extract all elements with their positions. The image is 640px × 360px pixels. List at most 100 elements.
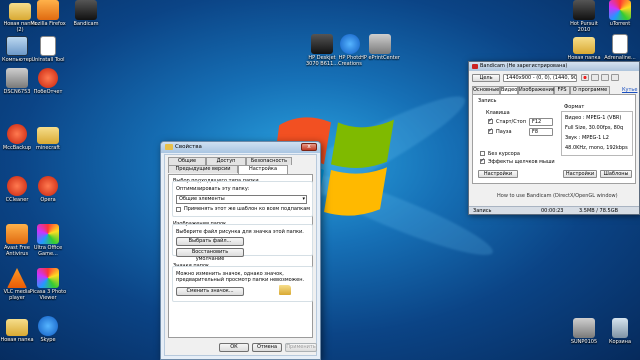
tab-video[interactable]: Видео <box>500 86 518 94</box>
dialog-title: Свойства <box>175 144 202 150</box>
video-settings-button[interactable]: Настройки <box>478 170 518 178</box>
folder-preview-icon <box>279 285 291 295</box>
pick-file-hint: Выберите файл рисунка для значка этой па… <box>176 229 304 235</box>
desktop-shortcut[interactable]: Hot Pursuit 2010 <box>564 0 604 33</box>
desktop-shortcut-label: Skype <box>40 337 56 343</box>
folder-button[interactable] <box>611 74 619 81</box>
pause-button[interactable] <box>591 74 599 81</box>
change-icon-button[interactable]: Сменить значок... <box>176 287 244 296</box>
tab-sharing[interactable]: Доступ <box>206 157 246 165</box>
skype-icon <box>38 316 58 336</box>
desktop-shortcut[interactable]: Adrenaline... <box>600 34 640 61</box>
dialog-tabs: Общие Доступ Безопасность Предыдущие вер… <box>168 157 313 175</box>
hide-cursor-checkbox[interactable] <box>480 151 485 156</box>
howto-link[interactable]: How to use Bandicam (DirectX/OpenGL wind… <box>497 193 618 199</box>
bandicam-tabs: Основные Видео Изображение FPS О програм… <box>472 86 637 94</box>
dialog-titlebar[interactable]: Свойства x <box>161 142 320 153</box>
desktop-shortcut[interactable]: HP ePrintCenter <box>360 34 400 61</box>
tab-general[interactable]: Общие <box>168 157 206 165</box>
record-button[interactable] <box>581 74 589 81</box>
desktop-shortcut-label: Uninstall Tool <box>31 57 65 63</box>
dscn-icon <box>6 68 28 88</box>
desktop-shortcut-label: uTorrent <box>609 21 631 27</box>
utorrent-icon <box>609 0 631 20</box>
properties-dialog: Свойства x Общие Доступ Безопасность Пре… <box>160 141 321 360</box>
pause-key-field[interactable]: F8 <box>529 128 553 136</box>
desktop-shortcut[interactable]: minecraft <box>28 124 68 151</box>
desktop-shortcut[interactable]: Bandicam <box>66 0 106 27</box>
status-bar: Запись 00:00:23 3.5MB / 78.5GB <box>469 206 639 214</box>
bandicam-window: Bandicam (Не зарегистрирована) Цель 1440… <box>468 61 640 215</box>
desktop-shortcut-label: ПобеОтчет <box>33 89 63 95</box>
folder-icon <box>165 144 173 150</box>
desktop-shortcut-label: Mozilla Firefox <box>30 21 66 27</box>
ok-button[interactable]: ОК <box>219 343 249 352</box>
hotkey-label: Клавиша <box>486 110 510 116</box>
avast-icon <box>6 224 28 244</box>
desktop-shortcut-label: HP ePrintCenter <box>360 55 400 61</box>
choose-file-button[interactable]: Выбрать файл... <box>176 237 244 246</box>
start-stop-label: Старт/Стоп <box>496 119 526 125</box>
desktop-shortcut[interactable]: Новая папка <box>564 34 604 61</box>
help-link[interactable]: Кутье <box>622 87 637 93</box>
start-stop-checkbox[interactable] <box>488 117 493 124</box>
uninstall-tool-icon <box>40 36 56 56</box>
target-button[interactable]: Цель <box>472 74 500 82</box>
desktop-shortcut[interactable]: Opera <box>28 176 68 203</box>
hot-pursuit-icon <box>573 0 595 20</box>
hide-cursor-label: Без курсора <box>488 151 520 157</box>
mouse-effects-checkbox[interactable] <box>480 157 485 164</box>
video-format-detail: Full Size, 30.00fps, 80q <box>565 125 624 131</box>
cancel-button[interactable]: Отмена <box>252 343 282 352</box>
close-button[interactable]: x <box>301 143 317 151</box>
desktop-shortcut[interactable]: Mozilla Firefox <box>28 0 68 27</box>
tab-previous-versions[interactable]: Предыдущие версии <box>168 165 238 173</box>
tab-customize[interactable]: Настройка <box>238 165 288 174</box>
tab-main[interactable]: Основные <box>472 86 500 94</box>
desktop-shortcut[interactable]: Uninstall Tool <box>28 36 68 63</box>
desktop-shortcut[interactable]: Корзина <box>600 318 640 345</box>
video-format: Видео : MPEG-1 (VBR) <box>565 115 622 121</box>
desktop-shortcut[interactable]: SUNP0105 <box>564 318 604 345</box>
status-size: 3.5MB / 78.5GB <box>579 208 618 214</box>
screenshot-button[interactable] <box>601 74 609 81</box>
tab-image[interactable]: Изображение <box>518 86 555 94</box>
bandicam-titlebar[interactable]: Bandicam (Не зарегистрирована) <box>469 62 639 71</box>
picasa-icon <box>37 268 59 288</box>
optimize-select[interactable]: Общие элементы ▾ <box>176 195 307 204</box>
record-logo-icon <box>472 64 478 69</box>
mccbackup-icon <box>7 124 27 144</box>
desktop-shortcut[interactable]: Picasa 3 Photo Viewer <box>28 268 68 301</box>
desktop-shortcut-label: minecraft <box>35 145 60 151</box>
bandicam-title: Bandicam (Не зарегистрирована) <box>480 63 568 69</box>
apply-button: Применить <box>285 343 317 352</box>
desktop-shortcut[interactable]: Ultra Office Game... <box>28 224 68 257</box>
opera-icon <box>38 176 58 196</box>
restore-default-button[interactable]: Восстановить умолчание <box>176 248 244 262</box>
tab-security[interactable]: Безопасность <box>246 157 292 165</box>
tab-fps[interactable]: FPS <box>554 86 570 94</box>
presets-button[interactable]: Шаблоны <box>600 170 632 178</box>
desktop-shortcut[interactable]: uTorrent <box>600 0 640 27</box>
customize-panel: Выбор подходящего типа папки Оптимизиров… <box>168 174 313 338</box>
desktop-shortcut-label: Bandicam <box>73 21 99 27</box>
desktop-shortcut[interactable]: Skype <box>28 316 68 343</box>
ccleaner-icon <box>7 176 27 196</box>
mouse-effects-label: Эффекты щелчков мыши <box>488 159 555 165</box>
status-record-label: Запись <box>473 208 492 214</box>
desktop-shortcut-label: Picasa 3 Photo Viewer <box>29 289 67 301</box>
start-stop-key-field[interactable]: F12 <box>529 118 553 126</box>
pause-checkbox[interactable] <box>488 127 493 134</box>
status-time: 00:00:23 <box>541 208 564 214</box>
tab-about[interactable]: О программе <box>570 86 610 94</box>
audio-format: Звук : MPEG-1 L2 <box>565 135 609 141</box>
apply-subfolders-checkbox[interactable] <box>176 207 181 212</box>
format-settings-button[interactable]: Настройки <box>563 170 597 178</box>
recycle-bin-icon <box>612 318 628 338</box>
optimize-label: Оптимизировать эту папку: <box>176 186 250 192</box>
folder-icons-hint-2: предварительный просмотр папки невозможе… <box>176 277 305 283</box>
desktop-shortcut[interactable]: ПобеОтчет <box>28 68 68 95</box>
resolution-field[interactable]: 1440x900 - (0, 0), (1440, 900) <box>503 74 577 82</box>
sunp-icon <box>573 318 595 338</box>
adrenaline-icon <box>612 34 628 54</box>
